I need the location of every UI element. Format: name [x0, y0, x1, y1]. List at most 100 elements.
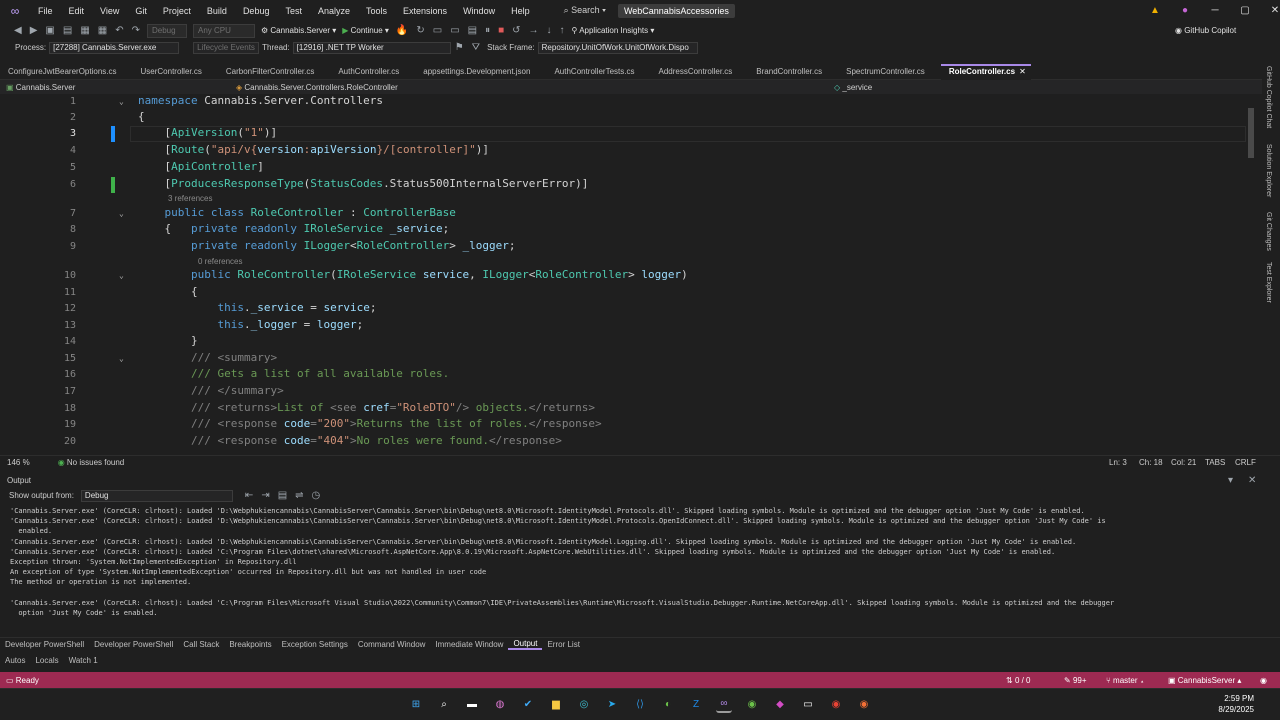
menu-edit[interactable]: Edit [61, 6, 93, 16]
vscode-icon[interactable]: ⟨⟩ [632, 697, 648, 713]
menu-git[interactable]: Git [127, 6, 155, 16]
tool-tab[interactable]: Error List [542, 640, 584, 649]
scrollbar-thumb[interactable] [1248, 108, 1254, 158]
process-select[interactable]: [27288] Cannabis.Server.exe [49, 41, 180, 54]
clear-all-icon[interactable]: ▤ [274, 490, 291, 501]
menu-analyze[interactable]: Analyze [310, 6, 358, 16]
postman-icon[interactable]: ◉ [856, 697, 872, 713]
restart-icon[interactable]: ↻ [412, 25, 428, 36]
tool-tab[interactable]: Breakpoints [224, 640, 276, 649]
close-panel-icon[interactable]: ✕ [1244, 475, 1260, 486]
code-line[interactable]: 18 /// <returns>List of <see cref="RoleD… [0, 401, 1250, 417]
code-line[interactable]: 17 /// </summary> [0, 384, 1250, 400]
step-over-icon[interactable]: ▭ [446, 25, 463, 36]
output-text[interactable]: 'Cannabis.Server.exe' (CoreCLR: clrhost)… [10, 506, 1240, 626]
tab-document[interactable]: SpectrumController.cs [838, 67, 941, 76]
flag-icon[interactable]: ⚑ [451, 42, 468, 53]
code-line[interactable]: 14 } [0, 334, 1250, 350]
menu-view[interactable]: View [92, 6, 127, 16]
menu-help[interactable]: Help [503, 6, 538, 16]
tab-autos[interactable]: Autos [0, 656, 30, 665]
tab-locals[interactable]: Locals [30, 656, 63, 665]
code-line[interactable]: 16 /// Gets a list of all available role… [0, 367, 1250, 383]
code-line[interactable]: 11 { [0, 285, 1250, 301]
menu-build[interactable]: Build [199, 6, 235, 16]
pin-icon[interactable]: ▾ [1224, 475, 1237, 486]
side-tab-git-changes[interactable]: Git Changes [1265, 212, 1272, 251]
side-tab-copilot-chat[interactable]: GitHub Copilot Chat [1265, 66, 1272, 128]
menu-tools[interactable]: Tools [358, 6, 395, 16]
fold-chevron-icon[interactable]: ⌄ [119, 271, 124, 280]
tab-document[interactable]: AuthControllerTests.cs [546, 67, 650, 76]
startup-project-select[interactable]: ⚙ Cannabis.Server ▾ [258, 26, 339, 35]
tab-document[interactable]: RoleController.cs [940, 63, 1032, 80]
menu-test[interactable]: Test [277, 6, 310, 16]
find-message-icon[interactable]: ⇤ [241, 490, 257, 501]
account-avatar[interactable]: ● [1170, 5, 1200, 16]
database-app-icon[interactable]: ◉ [744, 697, 760, 713]
minimize-button[interactable]: ─ [1200, 5, 1230, 16]
tool-tab[interactable]: Output [508, 639, 543, 650]
step-out-icon[interactable]: ↑ [556, 25, 569, 36]
tool-tab[interactable]: Exception Settings [277, 640, 353, 649]
tool-tab[interactable]: Developer PowerShell [0, 640, 89, 649]
tab-document[interactable]: BrandController.cs [748, 67, 838, 76]
timestamp-icon[interactable]: ◷ [308, 490, 325, 501]
side-tab-test-explorer[interactable]: Test Explorer [1265, 262, 1272, 303]
new-project-icon[interactable]: ▣ [41, 25, 58, 36]
code-line[interactable]: 4 [Route("api/v{version:apiVersion}/[con… [0, 143, 1250, 159]
zoom-level[interactable]: 146 % [2, 458, 35, 467]
codelens-references[interactable]: 3 references [168, 194, 212, 206]
terminal-icon[interactable]: ▭ [800, 697, 816, 713]
menu-window[interactable]: Window [455, 6, 503, 16]
windows-start-icon[interactable]: ⊞ [408, 697, 424, 713]
code-line[interactable]: 10 ⌄ public RoleController(IRoleService s… [0, 268, 1250, 284]
back-icon[interactable]: ◀ [10, 25, 26, 36]
save-icon[interactable]: ▦ [76, 25, 93, 36]
code-line[interactable]: 8 { private readonly IRoleService _servi… [0, 222, 1250, 238]
project-nav-select[interactable]: ▣ Cannabis.Server [0, 83, 230, 92]
tab-watch-1[interactable]: Watch 1 [64, 656, 103, 665]
thread-select[interactable]: [12916] .NET TP Worker [292, 41, 451, 54]
code-line[interactable]: 3 [ApiVersion("1")] [0, 126, 1250, 142]
search-box[interactable]: ⌕ Search ▾ [558, 5, 612, 16]
github-copilot-button[interactable]: ◉ GitHub Copilot [1172, 26, 1239, 35]
filter-icon[interactable]: ⛛ [468, 42, 484, 53]
visual-studio-app-icon[interactable]: ∞ [716, 697, 732, 713]
code-line[interactable]: 19 /// <response code="200">Returns the … [0, 417, 1250, 433]
hot-reload-icon[interactable]: 🔥 [392, 25, 412, 36]
type-nav-select[interactable]: ◈ Cannabis.Server.Controllers.RoleContro… [230, 83, 630, 92]
todo-app-icon[interactable]: ✔ [520, 697, 536, 713]
platform-select[interactable]: Any CPU [193, 23, 255, 38]
line-ending[interactable]: CRLF [1230, 458, 1261, 467]
file-explorer-icon[interactable]: ▆ [548, 697, 564, 713]
tab-document[interactable]: appsettings.Development.json [415, 67, 546, 76]
code-line[interactable]: 6 [ProducesResponseType(StatusCodes.Stat… [0, 177, 1250, 193]
code-line[interactable]: 12 this._service = service; [0, 301, 1250, 317]
step-icon[interactable]: ▭ [429, 25, 446, 36]
tab-document[interactable]: AddressController.cs [650, 67, 748, 76]
issues-indicator[interactable]: ◉ No issues found [53, 458, 130, 467]
zalo-icon[interactable]: Z [688, 697, 704, 713]
chrome-browser-icon[interactable]: ◉ [828, 697, 844, 713]
branch-selector[interactable]: ⑂ master ▴ [1100, 676, 1151, 685]
code-line[interactable]: 9 private readonly ILogger<RoleControlle… [0, 239, 1250, 255]
lifecycle-events-select[interactable]: Lifecycle Events [193, 41, 260, 54]
commits-indicator[interactable]: ✎ 99+ [1058, 676, 1093, 685]
editor-vertical-scrollbar[interactable] [1246, 94, 1256, 455]
tool-tab[interactable]: Developer PowerShell [89, 640, 178, 649]
redo-icon[interactable]: ↷ [128, 25, 144, 36]
copilot-app-icon[interactable]: ◍ [492, 697, 508, 713]
fold-chevron-icon[interactable]: ⌄ [119, 209, 124, 218]
telegram-icon[interactable]: ➤ [604, 697, 620, 713]
close-button[interactable]: ✕ [1260, 5, 1280, 16]
maximize-button[interactable]: ▢ [1230, 5, 1260, 16]
tool-tab[interactable]: Call Stack [178, 640, 224, 649]
tab-document[interactable]: AuthController.cs [330, 67, 415, 76]
open-icon[interactable]: ▤ [59, 25, 76, 36]
tab-document[interactable]: ConfigureJwtBearerOptions.cs [0, 67, 133, 76]
undo-icon[interactable]: ↶ [111, 25, 127, 36]
member-nav-select[interactable]: ◇ _service [828, 83, 878, 92]
stop-icon[interactable]: ■ [494, 25, 508, 36]
code-line[interactable]: 15 ⌄ /// <summary> [0, 351, 1250, 367]
